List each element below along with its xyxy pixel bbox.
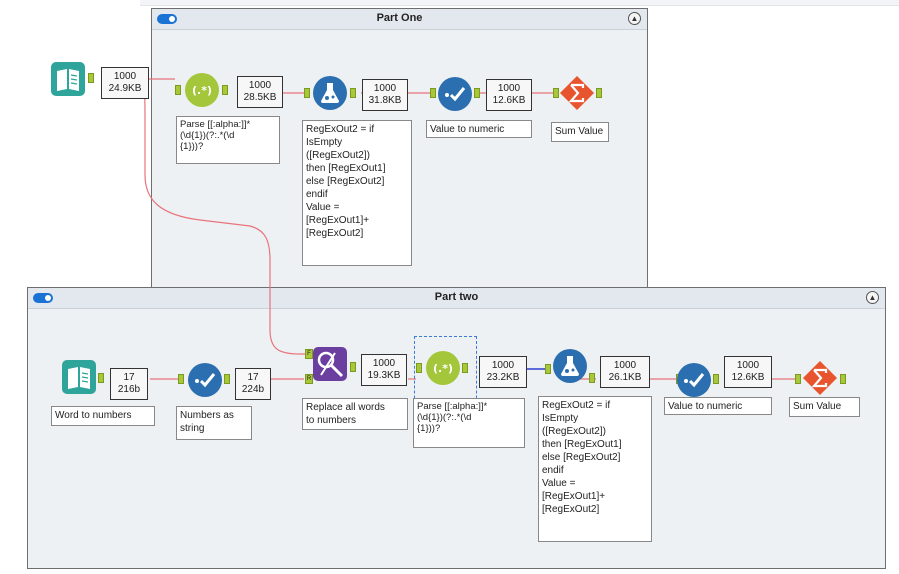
output-anchor[interactable] [350,362,356,372]
record-count-badge: 1000 12.6KB [486,79,532,111]
output-anchor[interactable] [589,373,595,383]
output-anchor[interactable] [98,373,104,383]
input-anchor[interactable] [175,85,181,95]
tool-annotation: Parse [[:alpha:]]* (\d{1})(?:.*(\d {1}))… [176,116,280,164]
input-anchor-r[interactable]: R [305,374,313,384]
output-anchor[interactable] [596,88,602,98]
output-anchor[interactable] [474,88,480,98]
regex-icon: (.*) [430,353,456,383]
regex-tool[interactable]: (.*) [185,73,219,107]
badge-records: 1000 [491,360,515,371]
output-anchor[interactable] [224,374,230,384]
badge-size: 224b [241,384,265,395]
record-count-badge: 1000 23.2KB [479,356,527,388]
container-header[interactable]: Part One ▲ [152,9,647,30]
badge-size: 23.2KB [486,372,520,383]
output-anchor[interactable] [840,374,846,384]
badge-size: 24.9KB [108,83,142,94]
record-count-badge: 1000 28.5KB [237,76,283,108]
output-anchor[interactable] [462,363,468,373]
regex-tool[interactable]: (.*) [426,351,460,385]
record-count-badge: 1000 12.6KB [724,356,772,388]
input-anchor[interactable] [178,374,184,384]
select-tool[interactable] [438,77,472,111]
badge-size: 216b [117,384,141,395]
output-anchor[interactable] [88,73,94,83]
tool-annotation: Value to numeric [664,397,772,415]
sigma-icon [560,76,594,110]
badge-size: 12.6KB [492,95,526,106]
book-icon [57,69,79,91]
regex-icon: (.*) [189,75,215,105]
badge-records: 17 [247,372,259,383]
tool-annotation: Value to numeric [426,120,532,138]
book-icon [68,367,90,389]
badge-size: 19.3KB [367,370,401,381]
summarize-tool[interactable] [560,76,594,110]
badge-records: 1000 [373,83,397,94]
badge-records: 1000 [497,83,521,94]
container-header[interactable]: Part two ▲ [28,288,885,309]
anchor-label-f: F [307,351,311,357]
input-data-tool[interactable] [62,360,96,394]
find-replace-tool[interactable] [313,347,347,381]
input-anchor[interactable] [795,374,801,384]
input-anchor[interactable] [416,363,422,373]
badge-records: 1000 [248,80,272,91]
input-anchor[interactable] [430,88,436,98]
record-count-badge: 17 216b [110,368,148,400]
input-anchor-f[interactable]: F [305,349,313,359]
checkmark-icon [189,364,221,396]
input-data-tool[interactable] [51,62,85,96]
formula-tool[interactable] [313,76,347,110]
badge-records: 1000 [372,358,396,369]
find-replace-icon [317,351,344,378]
output-anchor[interactable] [222,85,228,95]
badge-records: 1000 [613,360,637,371]
record-count-badge: 1000 26.1KB [600,356,650,388]
tool-annotation: Word to numbers [51,406,155,426]
canvas-top-strip [140,0,899,6]
collapse-icon[interactable]: ▲ [628,12,641,25]
badge-records: 17 [123,372,135,383]
svg-text:(.*): (.*) [433,362,453,375]
input-anchor[interactable] [304,88,310,98]
tool-annotation: RegExOut2 = if IsEmpty ([RegExOut2]) the… [538,396,652,542]
output-anchor[interactable] [713,374,719,384]
svg-text:(.*): (.*) [192,84,212,97]
badge-size: 12.6KB [731,372,765,383]
output-anchor[interactable] [350,88,356,98]
tool-annotation: Replace all words to numbers [302,398,408,430]
input-anchor[interactable] [553,88,559,98]
container-title: Part two [434,291,479,303]
sigma-icon [803,361,837,395]
flask-icon [554,350,586,382]
formula-tool[interactable] [553,349,587,383]
badge-size: 31.8KB [368,95,402,106]
tool-annotation: Numbers as string [176,406,252,440]
record-count-badge: 17 224b [235,368,271,400]
tool-annotation: Sum Value [551,122,609,142]
select-tool[interactable] [677,363,711,397]
tool-annotation: Sum Value [789,397,860,417]
badge-records: 1000 [736,360,760,371]
flask-icon [314,77,346,109]
badge-size: 26.1KB [608,372,642,383]
record-count-badge: 1000 19.3KB [361,354,407,386]
anchor-label-r: R [306,376,312,382]
tool-annotation: RegExOut2 = if IsEmpty ([RegExOut2]) the… [302,120,412,266]
checkmark-icon [678,364,710,396]
record-count-badge: 1000 24.9KB [101,67,149,99]
tool-annotation: Parse [[:alpha:]]* (\d{1})(?:.*(\d {1}))… [413,398,525,448]
badge-records: 1000 [113,71,137,82]
collapse-icon[interactable]: ▲ [866,291,879,304]
container-title: Part One [376,12,423,24]
record-count-badge: 1000 31.8KB [362,79,408,111]
summarize-tool[interactable] [803,361,837,395]
checkmark-icon [439,78,471,110]
input-anchor[interactable] [545,364,551,374]
badge-size: 28.5KB [243,92,277,103]
select-tool[interactable] [188,363,222,397]
